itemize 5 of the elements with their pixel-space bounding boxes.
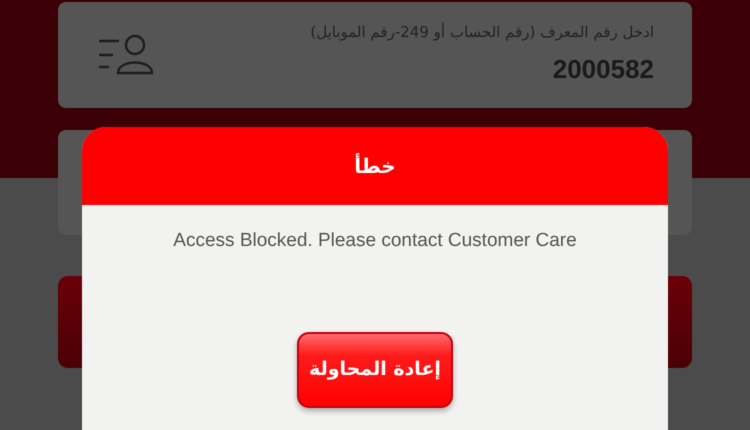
field-value: 2000582 <box>552 52 654 86</box>
error-message: Access Blocked. Please contact Customer Care <box>173 229 577 253</box>
user-list-icon <box>98 33 154 77</box>
retry-button[interactable]: إعادة المحاولة <box>297 332 453 408</box>
dialog-title: خطأ <box>354 152 396 180</box>
